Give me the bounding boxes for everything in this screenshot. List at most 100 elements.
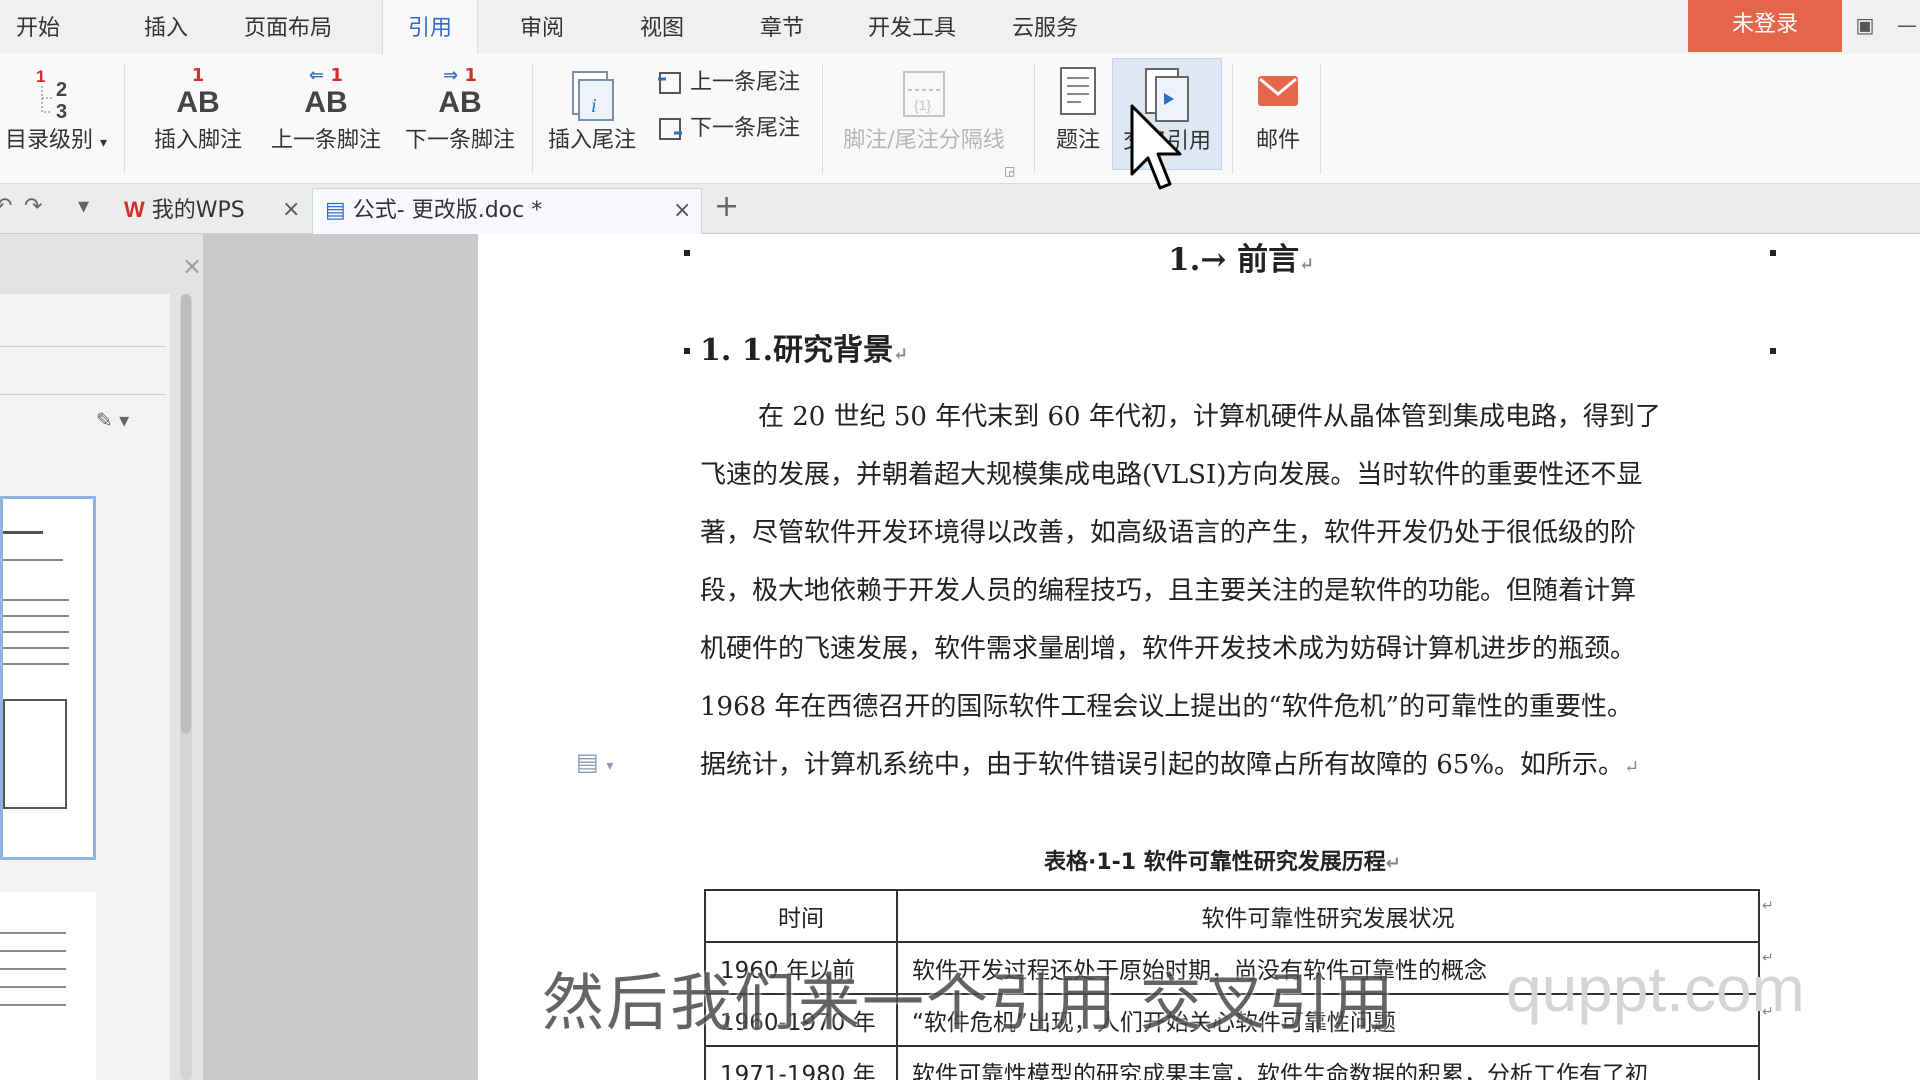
tab-references[interactable]: 引用 <box>382 0 478 54</box>
margin-marker <box>1770 348 1776 354</box>
tab-my-wps[interactable]: W 我的WPS × <box>112 188 312 234</box>
paragraph-line[interactable]: 据统计，计算机系统中，由于软件错误引起的故障占所有故障的 65%。如所示。↵ <box>700 744 1775 781</box>
thumbnail-panel: ✎ ▾ <box>0 294 170 1080</box>
mail-label: 邮件 <box>1255 128 1300 153</box>
table-cell[interactable]: 1971-1980 年 <box>704 1045 898 1080</box>
tab-developer[interactable]: 开发工具 <box>852 0 972 54</box>
ribbon-divider <box>532 64 533 174</box>
close-icon[interactable]: × <box>673 189 691 233</box>
paragraph-line[interactable]: 在 20 世纪 50 年代末到 60 年代初，计算机硬件从晶体管到集成电路，得到… <box>758 396 1833 433</box>
footnote-separator-label: 脚注/尾注分隔线 <box>843 128 1005 153</box>
wps-logo-icon: W <box>124 197 145 222</box>
new-tab-button[interactable]: + <box>714 192 739 222</box>
ribbon: 1 2 3 目录级别 ▾ 1 AB 插入脚注 ⇐ 1 AB 上一条脚注 ⇒ 1 … <box>0 54 1920 184</box>
svg-text:i: i <box>591 95 597 117</box>
menu-bar: 开始 插入 页面布局 引用 审阅 视图 章节 开发工具 云服务 未登录 ▣ — <box>0 0 1920 54</box>
prev-endnote-button[interactable]: 上一条尾注 <box>656 66 800 100</box>
window-menu-icon[interactable]: ▣ <box>1852 12 1878 38</box>
document-tab-bar: ↶ ↷ ▾ W 我的WPS × ▤ 公式- 更改版.doc * × + <box>0 184 1920 234</box>
next-footnote-label: 下一条脚注 <box>404 128 515 153</box>
svg-text:3: 3 <box>56 101 67 123</box>
close-icon[interactable]: × <box>182 252 202 280</box>
insert-footnote-icon: 1 AB <box>176 65 220 119</box>
tab-view[interactable]: 视图 <box>624 0 700 54</box>
mail-icon <box>1258 76 1298 106</box>
pencil-icon[interactable]: ✎ ▾ <box>96 408 129 432</box>
mouse-cursor-icon <box>1130 104 1182 190</box>
close-icon[interactable]: × <box>282 188 300 232</box>
tab-chapter[interactable]: 章节 <box>744 0 820 54</box>
page-thumbnail[interactable] <box>0 892 96 1080</box>
insert-endnote-label: 插入尾注 <box>547 128 636 153</box>
tab-cloud[interactable]: 云服务 <box>996 0 1094 54</box>
paragraph-line[interactable]: 飞速的发展，并朝着超大规模集成电路(VLSI)方向发展。当时软件的重要性还不显 <box>700 454 1775 491</box>
next-footnote-icon: ⇒ 1 AB <box>438 65 482 119</box>
tab-insert[interactable]: 插入 <box>128 0 204 54</box>
redo-icon[interactable]: ↷ <box>24 194 42 219</box>
ribbon-divider <box>1034 64 1035 174</box>
prev-endnote-icon <box>658 72 681 94</box>
row-end-mark: ↵ <box>1762 898 1774 914</box>
insert-endnote-button[interactable]: i 插入尾注 <box>542 58 642 170</box>
ribbon-divider <box>822 64 823 174</box>
next-endnote-button[interactable]: 下一条尾注 <box>656 112 800 146</box>
prev-footnote-icon: ⇐ 1 AB <box>304 65 348 119</box>
caption-icon <box>1060 67 1096 115</box>
pane-scrollbar[interactable] <box>180 294 192 1080</box>
paragraph-options-icon[interactable]: ▤ ▾ <box>576 748 613 776</box>
prev-footnote-label: 上一条脚注 <box>270 128 381 153</box>
thumbnail-table <box>3 699 67 809</box>
margin-marker <box>684 348 690 354</box>
heading-1[interactable]: 1.→ 前言↵ <box>1168 234 1314 279</box>
next-endnote-icon <box>659 118 682 140</box>
tab-document-label: 公式- 更改版.doc * <box>352 198 543 223</box>
undo-icon[interactable]: ↶ <box>0 194 12 219</box>
table-cell[interactable]: 软件可靠性模型的研究成果丰富，软件生命数据的积累，分析工作有了初 <box>896 1045 1760 1080</box>
ribbon-divider <box>124 64 125 174</box>
dialog-launcher-icon[interactable]: ◲ <box>1004 164 1015 178</box>
dropdown-arrow-icon: ▾ <box>99 135 108 151</box>
footnote-separator-button[interactable]: {1} 脚注/尾注分隔线 <box>834 58 1014 170</box>
mail-button[interactable]: 邮件 <box>1246 58 1310 170</box>
toc-level-button[interactable]: 1 2 3 目录级别 ▾ <box>0 58 112 170</box>
insert-footnote-label: 插入脚注 <box>153 128 242 153</box>
paragraph-line[interactable]: 机硬件的飞速发展，软件需求量剧增，软件开发技术成为妨碍计算机进步的瓶颈。 <box>700 628 1775 665</box>
customize-toolbar-icon[interactable]: ▾ <box>78 194 89 219</box>
table-caption[interactable]: 表格·1-1 软件可靠性研究发展历程↵ <box>1044 844 1401 876</box>
tab-home[interactable]: 开始 <box>0 0 76 54</box>
pane-divider <box>0 346 166 347</box>
insert-footnote-button[interactable]: 1 AB 插入脚注 <box>148 58 248 170</box>
ribbon-divider <box>1232 64 1233 174</box>
table-header-cell[interactable]: 时间 <box>704 889 898 943</box>
caption-label: 题注 <box>1055 128 1100 153</box>
tab-review[interactable]: 审阅 <box>504 0 580 54</box>
insert-endnote-icon: i <box>572 71 614 121</box>
svg-text:2: 2 <box>56 79 67 101</box>
svg-text:{1}: {1} <box>914 97 931 113</box>
prev-footnote-button[interactable]: ⇐ 1 AB 上一条脚注 <box>264 58 388 170</box>
minimize-icon[interactable]: — <box>1894 12 1920 38</box>
caption-button[interactable]: 题注 <box>1046 58 1110 170</box>
navigation-pane: × ✎ ▾ <box>0 234 204 1080</box>
heading-2[interactable]: 1. 1.研究背景↵ <box>700 325 908 369</box>
page-thumbnail[interactable] <box>0 496 96 860</box>
login-button[interactable]: 未登录 <box>1688 0 1842 52</box>
tab-my-wps-label: 我的WPS <box>151 198 245 223</box>
paragraph-line[interactable]: 著，尽管软件开发环境得以改善，如高级语言的产生，软件开发仍处于很低级的阶 <box>700 512 1775 549</box>
next-footnote-button[interactable]: ⇒ 1 AB 下一条脚注 <box>398 58 522 170</box>
doc-file-icon: ▤ <box>325 198 346 223</box>
tab-document[interactable]: ▤ 公式- 更改版.doc * × <box>312 188 702 234</box>
svg-text:1: 1 <box>36 67 45 86</box>
margin-marker <box>684 250 690 256</box>
separator-line-icon: {1} <box>903 71 945 117</box>
watermark: quppt.com <box>1506 953 1805 1025</box>
pane-divider <box>0 394 166 395</box>
toc-level-icon: 1 2 3 <box>36 67 67 123</box>
next-endnote-label: 下一条尾注 <box>690 116 801 141</box>
table-row: 1971-1980 年 软件可靠性模型的研究成果丰富，软件生命数据的积累，分析工… <box>704 1045 1760 1080</box>
tab-page-layout[interactable]: 页面布局 <box>228 0 348 54</box>
paragraph-line[interactable]: 1968 年在西德召开的国际软件工程会议上提出的“软件危机”的可靠性的重要性。 <box>700 686 1775 723</box>
table-header-cell[interactable]: 软件可靠性研究发展状况 <box>896 889 1760 943</box>
table-header-row: 时间 软件可靠性研究发展状况 <box>704 889 1760 943</box>
paragraph-line[interactable]: 段，极大地依赖于开发人员的编程技巧，且主要关注的是软件的功能。但随着计算 <box>700 570 1775 607</box>
